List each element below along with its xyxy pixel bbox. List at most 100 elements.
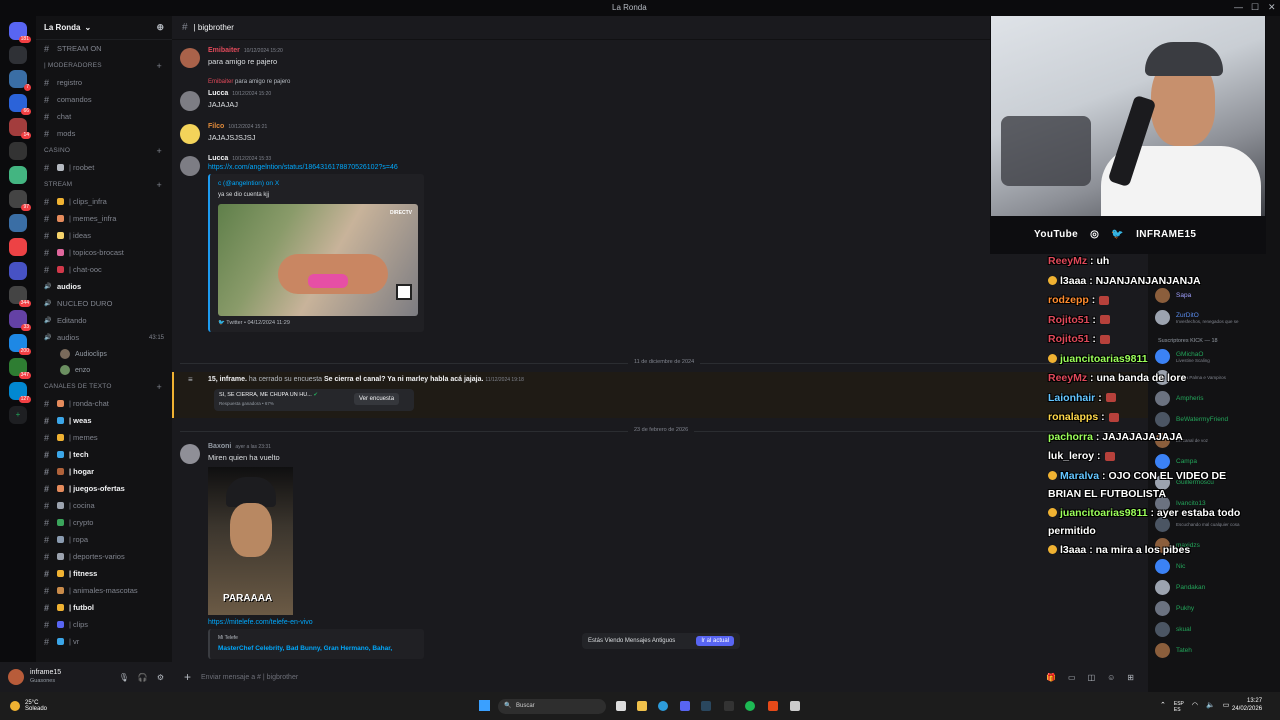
apps-icon[interactable]: ⊞ xyxy=(1127,673,1134,682)
text-channel[interactable]: # | hogar xyxy=(36,463,172,480)
gif-icon[interactable]: ▭ xyxy=(1068,673,1076,682)
chevron-down-icon[interactable]: ⌄ xyxy=(84,23,91,32)
windows-start-icon[interactable] xyxy=(479,700,490,711)
voice-channel[interactable]: 🔊 Editando xyxy=(36,312,172,329)
battery-icon[interactable]: ▭ xyxy=(1223,701,1230,713)
wifi-icon[interactable]: ◠ xyxy=(1192,701,1198,713)
message-link[interactable]: https://mitelefe.com/telefe-en-vivo xyxy=(208,619,1020,626)
view-poll-button[interactable]: Ver encuesta xyxy=(354,393,400,405)
text-channel[interactable]: # | ronda-chat xyxy=(36,395,172,412)
member-item[interactable]: BeWatermyFriend xyxy=(1155,412,1228,427)
edge-icon[interactable] xyxy=(658,701,668,711)
message-author[interactable]: Filco xyxy=(208,123,224,130)
server-icon[interactable]: 127 xyxy=(9,382,31,403)
message-author[interactable]: Emibaiter xyxy=(208,47,240,54)
member-item[interactable]: Pukhy xyxy=(1155,601,1194,616)
language-indicator[interactable]: ESP ES xyxy=(1174,701,1184,713)
spotify-icon[interactable] xyxy=(745,701,755,711)
embed-image[interactable]: DIRECTV xyxy=(218,204,418,316)
add-channel-icon[interactable]: + xyxy=(157,382,162,392)
server-icon[interactable]: 200 xyxy=(9,334,31,355)
microphone-icon[interactable]: 🎙 xyxy=(119,673,129,682)
server-icon[interactable]: 181 xyxy=(9,22,31,43)
add-channel-icon[interactable]: + xyxy=(157,146,162,156)
gear-icon[interactable]: ⚙ xyxy=(157,673,164,682)
avatar[interactable] xyxy=(180,124,200,144)
voice-channel[interactable]: 🔊 audios 43:15 xyxy=(36,329,172,346)
text-channel[interactable]: # | clips_infra xyxy=(36,193,172,210)
message-author[interactable]: Lucca xyxy=(208,90,228,97)
add-user-icon[interactable]: ⊕ xyxy=(156,22,164,33)
text-channel[interactable]: # | juegos-ofertas xyxy=(36,480,172,497)
avatar[interactable] xyxy=(180,48,200,68)
text-channel[interactable]: # | clips xyxy=(36,616,172,633)
taskbar-search[interactable]: 🔍 Buscar xyxy=(498,699,606,714)
add-channel-icon[interactable]: + xyxy=(157,61,162,71)
server-icon[interactable] xyxy=(9,238,27,256)
text-channel[interactable]: # | vr xyxy=(36,633,172,650)
message-author[interactable]: Lucca xyxy=(208,155,228,162)
sticker-icon[interactable]: ◫ xyxy=(1088,673,1096,682)
text-channel[interactable]: # registro xyxy=(36,74,172,91)
message-input[interactable]: Enviar mensaje a # | bigbrother xyxy=(201,674,298,681)
discord-icon[interactable] xyxy=(680,701,690,711)
text-channel[interactable]: # | futbol xyxy=(36,599,172,616)
server-icon[interactable]: 66 xyxy=(9,94,31,115)
avatar[interactable] xyxy=(180,156,200,176)
text-channel[interactable]: # | ropa xyxy=(36,531,172,548)
headphones-icon[interactable]: 🎧 xyxy=(138,673,148,682)
app-icon[interactable] xyxy=(724,701,734,711)
voice-participant[interactable]: Audioclips xyxy=(36,346,172,362)
server-icon[interactable] xyxy=(9,142,27,160)
system-clock[interactable]: 13:27 24/02/2026 xyxy=(1232,697,1262,713)
text-channel[interactable]: # STREAM ON xyxy=(36,40,172,57)
chevron-up-icon[interactable]: ⌃ xyxy=(1160,701,1166,713)
embed-title[interactable]: c (@angelntion) on X xyxy=(218,180,416,187)
message-author[interactable]: Baxoni xyxy=(208,443,231,450)
channel-category[interactable]: CASINO + xyxy=(36,142,172,159)
emoji-icon[interactable]: ☺ xyxy=(1107,673,1115,682)
text-channel[interactable]: # | chat-ooc xyxy=(36,261,172,278)
text-channel[interactable]: # | memes xyxy=(36,429,172,446)
channel-category[interactable]: CANALES DE TEXTO + xyxy=(36,378,172,395)
member-item[interactable]: skual xyxy=(1155,622,1191,637)
minimize-button[interactable]: — xyxy=(1234,2,1243,12)
weather-widget[interactable]: 25°C Soleado xyxy=(10,700,47,712)
obs-icon[interactable] xyxy=(768,701,778,711)
server-icon[interactable]: 33 xyxy=(9,310,31,331)
server-icon[interactable] xyxy=(9,214,27,232)
avatar[interactable] xyxy=(180,91,200,111)
embed-title[interactable]: MasterChef Celebrity, Bad Bunny, Gran He… xyxy=(218,645,416,652)
volume-icon[interactable]: 🔈 xyxy=(1206,701,1215,713)
poll-actor[interactable]: 15, inframe. xyxy=(208,376,247,383)
server-icon[interactable]: 344 xyxy=(9,286,31,307)
server-icon[interactable] xyxy=(9,262,27,280)
text-channel[interactable]: # | weas xyxy=(36,412,172,429)
text-channel[interactable]: # | memes_infra xyxy=(36,210,172,227)
member-item[interactable]: ZurDitO Invesfechos, renegados que se xyxy=(1155,310,1239,325)
maximize-button[interactable]: ☐ xyxy=(1251,2,1259,13)
server-icon[interactable] xyxy=(9,166,27,184)
member-item[interactable]: GMichaO Livestine Scaling xyxy=(1155,349,1210,364)
text-channel[interactable]: # | roobet xyxy=(36,159,172,176)
member-item[interactable]: Sapa xyxy=(1155,288,1191,303)
add-channel-icon[interactable]: + xyxy=(157,180,162,190)
channel-category[interactable]: | Moderadores + xyxy=(36,57,172,74)
gif-attachment[interactable]: PARAAAA xyxy=(208,467,293,615)
steam-icon[interactable] xyxy=(701,701,711,711)
text-channel[interactable]: # mods xyxy=(36,125,172,142)
jump-to-present-button[interactable]: Ir al actual xyxy=(696,636,734,646)
channel-category[interactable]: STREAM + xyxy=(36,176,172,193)
task-view-icon[interactable] xyxy=(616,701,626,711)
voice-participant[interactable]: enzo xyxy=(36,362,172,378)
text-channel[interactable]: # | fitness xyxy=(36,565,172,582)
voice-channel[interactable]: 🔊 NUCLEO DURO xyxy=(36,295,172,312)
server-icon[interactable]: 347 xyxy=(9,358,31,379)
voice-channel[interactable]: 🔊 audios xyxy=(36,278,172,295)
notepad-icon[interactable] xyxy=(790,701,800,711)
server-icon[interactable]: 97 xyxy=(9,190,31,211)
add-attachment-icon[interactable]: + xyxy=(184,670,191,684)
text-channel[interactable]: # | animales-mascotas xyxy=(36,582,172,599)
text-channel[interactable]: # | deportes-varios xyxy=(36,548,172,565)
text-channel[interactable]: # chat xyxy=(36,108,172,125)
